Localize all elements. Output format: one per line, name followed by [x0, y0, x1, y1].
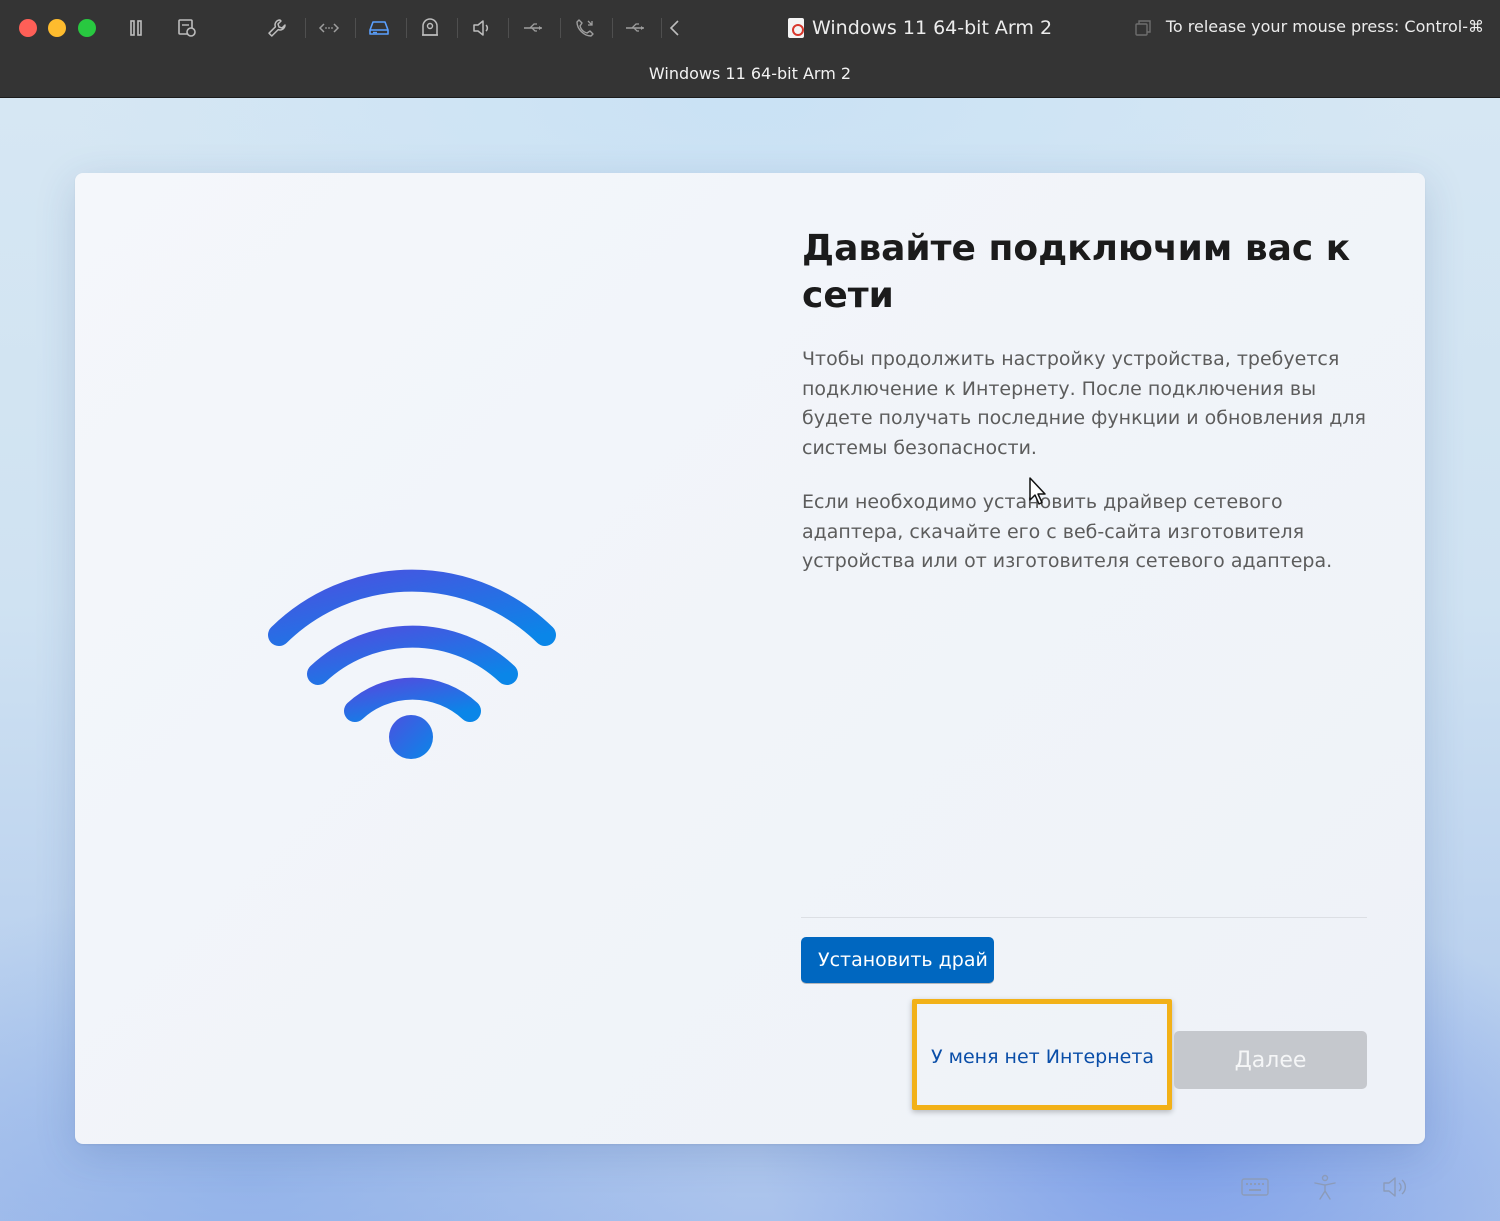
zoom-window-button[interactable]	[78, 19, 96, 37]
footer-divider	[801, 917, 1367, 918]
close-window-button[interactable]	[19, 19, 37, 37]
hard-disk-icon[interactable]	[366, 15, 392, 41]
toolbar-separator	[612, 18, 613, 38]
guest-desktop: Давайте подключим вас к сети Чтобы продо…	[0, 98, 1500, 1221]
keyboard-icon[interactable]	[1238, 1172, 1272, 1202]
phone-icon[interactable]	[572, 15, 598, 41]
pause-icon[interactable]	[123, 15, 149, 41]
install-driver-button[interactable]: Установить драй	[801, 937, 994, 983]
minimize-window-button[interactable]	[48, 19, 66, 37]
accessibility-icon[interactable]	[1308, 1172, 1342, 1202]
toolbar-separator	[560, 18, 561, 38]
next-button[interactable]: Далее	[1174, 1031, 1367, 1089]
no-internet-link[interactable]: У меня нет Интернета	[931, 1046, 1154, 1068]
toolbar-separator	[457, 18, 458, 38]
usb-icon[interactable]	[622, 15, 648, 41]
vm-window-titlebar: Windows 11 64-bit Arm 2 To release your …	[0, 0, 1500, 98]
page-title: Давайте подключим вас к сети	[802, 228, 1351, 316]
description-paragraph: Чтобы продолжить настройку устройства, т…	[802, 348, 1366, 459]
window-title: Windows 11 64-bit Arm 2	[648, 64, 852, 83]
release-mouse-hint: To release your mouse press: Control-⌘	[1165, 17, 1484, 36]
vm-window-title: Windows 11 64-bit Arm 2	[788, 14, 1052, 42]
toolbar-separator	[406, 18, 407, 38]
oobe-network-dialog: Давайте подключим вас к сети Чтобы продо…	[75, 173, 1425, 1144]
mouse-pointer-icon	[1029, 477, 1046, 505]
window-mode-icon[interactable]	[1130, 15, 1156, 41]
network-icon[interactable]	[316, 15, 342, 41]
vm-document-icon	[788, 18, 804, 38]
toolbar-separator	[355, 18, 356, 38]
settings-wrench-icon[interactable]	[264, 15, 290, 41]
volume-icon[interactable]	[1378, 1172, 1412, 1202]
vm-title-text: Windows 11 64-bit Arm 2	[812, 17, 1053, 39]
collapse-chevron-icon[interactable]	[662, 15, 688, 41]
sound-icon[interactable]	[468, 15, 494, 41]
camera-icon[interactable]	[417, 15, 443, 41]
wifi-icon	[268, 569, 556, 759]
snapshot-icon[interactable]	[174, 15, 200, 41]
driver-info-paragraph: Если необходимо установить драйвер сетев…	[802, 491, 1333, 572]
toolbar-separator	[305, 18, 306, 38]
usb-icon[interactable]	[520, 15, 546, 41]
toolbar-separator	[508, 18, 509, 38]
